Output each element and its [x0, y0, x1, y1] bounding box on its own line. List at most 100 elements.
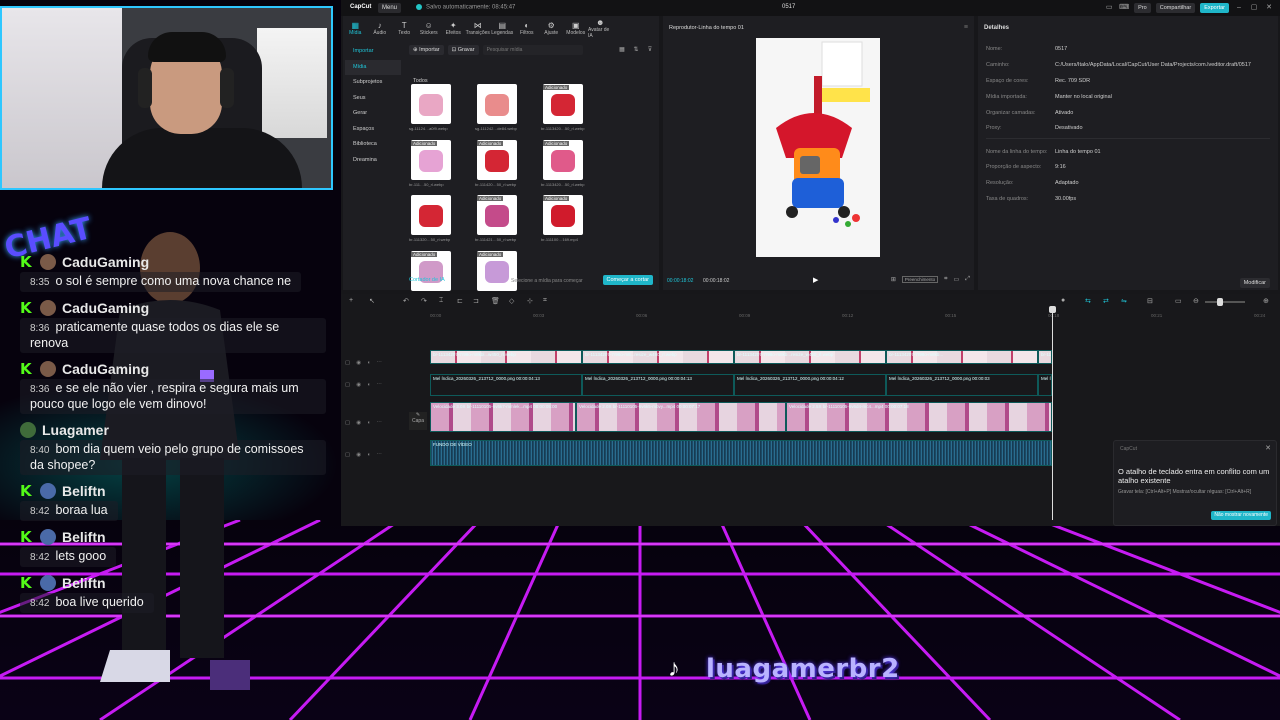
media-thumbnail[interactable]: Adicionado 00:09 br-111100…169.mp4: [541, 195, 585, 247]
media-thumbnail[interactable]: Adicionado br-1113420…50_rl.webp: [541, 84, 585, 136]
tool-filters[interactable]: ◐ Filtros: [515, 16, 540, 40]
media-thumbnail[interactable]: sg-11124…a0f9.webp: [409, 84, 453, 136]
timeline-clip[interactable]: br-11134207-7r98o-m8kb...: [886, 350, 1038, 364]
eye-icon[interactable]: ◉: [356, 382, 361, 388]
select-tool-icon[interactable]: ↖: [369, 297, 375, 305]
media-thumbnail[interactable]: sg-111242…de84.webp: [475, 84, 519, 136]
shield-icon[interactable]: ◇: [509, 297, 514, 305]
media-thumbnail[interactable]: br-111320…50_rl.webp: [409, 195, 453, 247]
maximize-icon[interactable]: ▢: [1249, 3, 1259, 13]
timeline-clip[interactable]: br-11134207-7r98o-m8kb...resize_w450_rl.…: [734, 350, 886, 364]
timeline-clip[interactable]: br-11134207-7r98o: [1038, 350, 1052, 364]
record-button[interactable]: ⊡ Gravar: [447, 45, 479, 55]
timeline-clip[interactable]: Mel Índica_20260: [1038, 374, 1052, 396]
audio-icon[interactable]: ◖: [367, 382, 370, 388]
player-menu-icon[interactable]: ≡: [964, 24, 968, 31]
crop-tl-icon[interactable]: ⌗: [543, 297, 547, 305]
tool-effects[interactable]: ✦ Efeitos: [441, 16, 466, 40]
playhead[interactable]: [1049, 306, 1056, 520]
zoom-slider[interactable]: [1205, 298, 1245, 306]
media-thumbnail[interactable]: Adicionado br-111…50_rl.webp: [409, 140, 453, 192]
chat-username[interactable]: CaduGaming: [62, 300, 149, 316]
sidenav-item[interactable]: Seus: [345, 91, 401, 107]
chat-username[interactable]: Beliftn: [62, 575, 106, 591]
minimize-icon[interactable]: –: [1234, 3, 1244, 13]
audio-icon[interactable]: ◖: [367, 452, 370, 458]
sidenav-item[interactable]: Mídia: [345, 59, 401, 75]
ai-cutter-button[interactable]: Começar a cortar: [602, 275, 653, 285]
toast-close-icon[interactable]: ✕: [1265, 444, 1271, 452]
mic-icon[interactable]: ●: [1061, 297, 1065, 304]
chat-username[interactable]: Luagamer: [42, 422, 109, 438]
sidenav-item[interactable]: Subprojetos: [345, 75, 401, 91]
more-icon[interactable]: ⋯: [376, 420, 382, 426]
timeline-clip[interactable]: Mel Índica_20260326_213712_0000.png 00:0…: [430, 374, 582, 396]
chat-username[interactable]: Beliftn: [62, 483, 106, 499]
menu-button[interactable]: Menu: [378, 3, 402, 13]
sidenav-item[interactable]: Gerar: [345, 106, 401, 122]
lock-icon[interactable]: ▢: [345, 382, 350, 388]
timeline-clip[interactable]: Mel Índica_20260326_213712_0000.png 00:0…: [582, 374, 734, 396]
tool-text[interactable]: T Texto: [392, 16, 417, 40]
tool-audio[interactable]: ♪ Áudio: [368, 16, 393, 40]
screenshot-icon[interactable]: ⌗: [944, 276, 947, 283]
sidenav-item[interactable]: Espaços: [345, 122, 401, 138]
import-button[interactable]: ⊕ Importar: [409, 45, 444, 55]
lock-icon[interactable]: ▢: [345, 452, 350, 458]
timeline-clip[interactable]: Mel Índica_20260326_213712_0000.png 00:0…: [886, 374, 1038, 396]
timeline-clip[interactable]: Velocidade 2.0X br-11110105-6v6k5-mbvy..…: [576, 402, 786, 432]
chat-username[interactable]: CaduGaming: [62, 254, 149, 270]
zoom-out-icon[interactable]: ⊖: [1193, 297, 1199, 305]
split-icon[interactable]: ⌶: [439, 297, 443, 305]
sidenav-item[interactable]: Importar: [345, 44, 401, 60]
media-thumbnail[interactable]: Adicionado br-1113420…50_rl.webp: [541, 140, 585, 192]
player-preview[interactable]: [756, 38, 880, 257]
zoom-slider-knob[interactable]: [1217, 298, 1223, 306]
toast-dismiss-button[interactable]: Não mostrar novamente: [1211, 511, 1271, 520]
tool-transitions[interactable]: ⋈ Transições: [466, 16, 491, 40]
media-thumbnail[interactable]: Adicionado br-111420…50_rl.webp: [475, 140, 519, 192]
audio-icon[interactable]: ◖: [367, 420, 370, 426]
timeline-clip[interactable]: Mel Índica_20260326_213712_0000.png 00:0…: [734, 374, 886, 396]
trim-right-icon[interactable]: ⊐: [473, 297, 479, 305]
tool-templates[interactable]: ▣ Modelos: [564, 16, 589, 40]
ratio-tag[interactable]: Preenchimento: [901, 276, 939, 283]
play-icon[interactable]: ▶: [813, 276, 818, 284]
sort-icon[interactable]: ⇅: [631, 45, 641, 55]
zoom-in-icon[interactable]: ⊕: [1263, 297, 1269, 305]
grid-view-icon[interactable]: ▦: [617, 45, 627, 55]
share-button[interactable]: Compartilhar: [1155, 3, 1196, 13]
redo-icon[interactable]: ↷: [421, 297, 427, 305]
crop-icon[interactable]: ⊞: [891, 276, 896, 283]
timeline-clip[interactable]: FUNDO DE VÍDEO: [430, 440, 1052, 466]
lock-icon[interactable]: ▢: [345, 360, 350, 366]
media-thumbnail[interactable]: Adicionado br-111421…50_rl.webp: [475, 195, 519, 247]
eye-icon[interactable]: ◉: [356, 420, 361, 426]
trim-left-icon[interactable]: ⊏: [457, 297, 463, 305]
chat-username[interactable]: Beliftn: [62, 529, 106, 545]
fullscreen-icon[interactable]: ⤢: [965, 276, 970, 283]
timeline-clip[interactable]: br-11134207-7r98o-m8...resize_w450_rl.we…: [582, 350, 734, 364]
pro-button[interactable]: Pro: [1134, 3, 1151, 13]
ratio-icon[interactable]: ▭: [954, 276, 960, 283]
tool-adjust[interactable]: ⚙ Ajuste: [539, 16, 564, 40]
more-icon[interactable]: ⋯: [376, 452, 382, 458]
sidenav-item[interactable]: Biblioteca: [345, 137, 401, 153]
sidenav-item[interactable]: Dreamina: [345, 153, 401, 169]
lock-icon[interactable]: ▢: [345, 420, 350, 426]
eye-icon[interactable]: ◉: [356, 452, 361, 458]
preview-axis-icon[interactable]: ⇋: [1121, 297, 1127, 305]
tool-stickers[interactable]: ☺ Stickers: [417, 16, 442, 40]
zoom-fit-icon[interactable]: ⊟: [1147, 297, 1153, 305]
more-icon[interactable]: ⋯: [376, 382, 382, 388]
timeline-clip[interactable]: Velocidade 2.5X br-11110105-6v6d4-mc4...…: [786, 402, 1052, 432]
freeze-icon[interactable]: ⊹: [527, 297, 533, 305]
filter-icon[interactable]: ⊽: [645, 45, 655, 55]
snap-icon[interactable]: ⇄: [1103, 297, 1109, 305]
chat-username[interactable]: CaduGaming: [62, 361, 149, 377]
link-icon[interactable]: ⇆: [1085, 297, 1091, 305]
close-icon[interactable]: ✕: [1264, 3, 1274, 13]
layout-icon[interactable]: ▭: [1104, 3, 1114, 13]
media-search-input[interactable]: Pesquisar mídia: [482, 45, 583, 55]
timeline-clip[interactable]: br-11134207-7r98o-m8kbl...w450_rl.webp: [430, 350, 582, 364]
